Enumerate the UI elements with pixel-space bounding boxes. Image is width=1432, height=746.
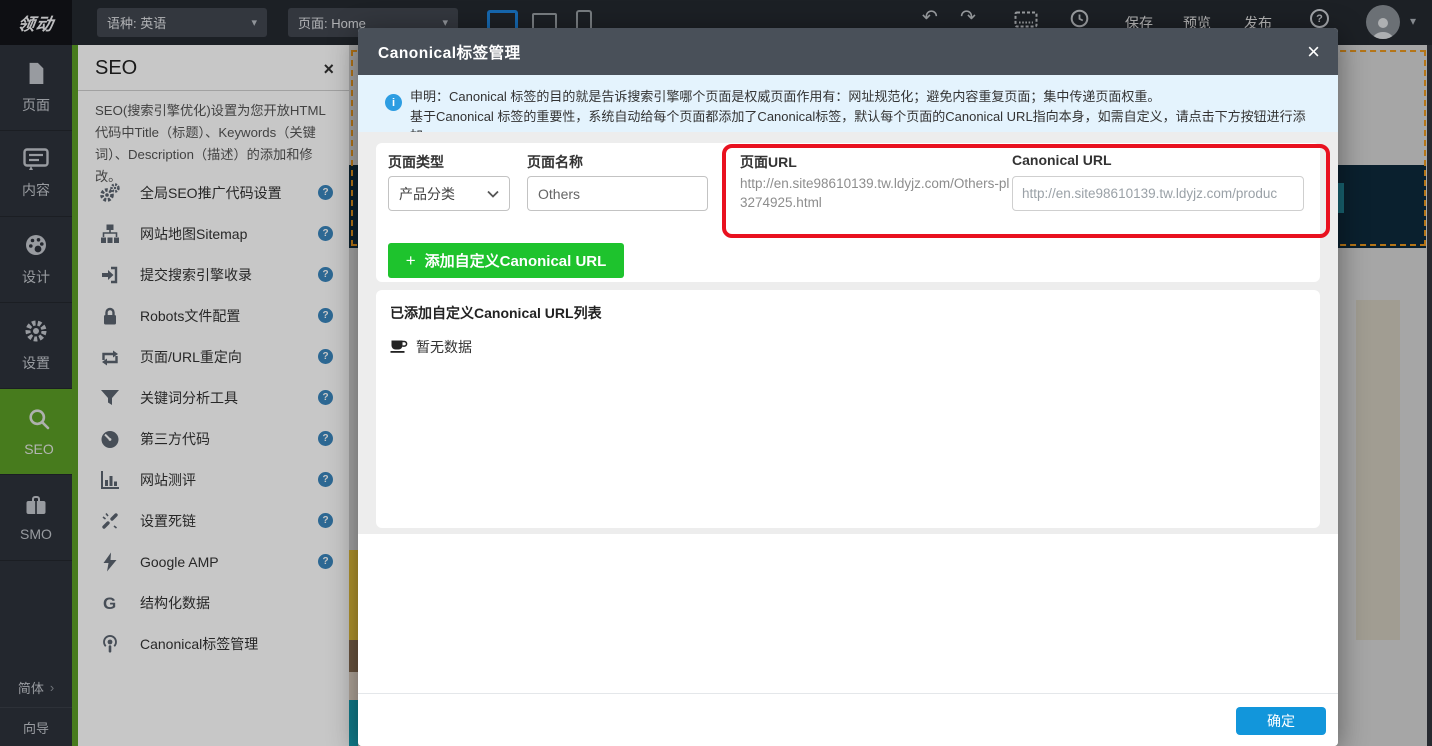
page-url-value: http://en.site98610139.tw.ldyjz.com/Othe…: [740, 174, 1012, 212]
cup-icon: [390, 336, 408, 357]
empty-state: 暂无数据: [390, 336, 472, 357]
footer-divider: [358, 693, 1338, 694]
page-url-label: 页面URL: [740, 152, 797, 172]
notice-banner: i 申明：Canonical 标签的目的就是告诉搜索引擎哪个页面是权威页面作用有…: [358, 75, 1338, 132]
canonical-form-card: 页面类型 产品分类 页面名称 页面URL http://en.site98610…: [376, 143, 1320, 282]
list-title: 已添加自定义Canonical URL列表: [390, 303, 602, 323]
page-type-label: 页面类型: [388, 152, 444, 172]
page-name-label: 页面名称: [527, 152, 583, 172]
close-icon[interactable]: ×: [1307, 41, 1320, 63]
modal-header: Canonical标签管理 ×: [358, 28, 1338, 75]
info-icon: i: [385, 94, 402, 111]
empty-state-label: 暂无数据: [416, 337, 472, 357]
plus-icon: +: [406, 251, 416, 271]
chevron-down-icon: [487, 190, 499, 198]
page-name-input[interactable]: [527, 176, 708, 211]
modal-body-lower: [358, 534, 1338, 746]
confirm-button[interactable]: 确定: [1236, 707, 1326, 735]
canonical-modal: Canonical标签管理 × i 申明：Canonical 标签的目的就是告诉…: [358, 28, 1338, 746]
add-canonical-label: 添加自定义Canonical URL: [425, 250, 607, 271]
app-root: 领动 语种: 英语 ▾ 页面: Home ▾ ↶ ↷ 保存 预览 发布 ? ▾: [0, 0, 1432, 746]
page-type-value: 产品分类: [399, 184, 455, 204]
canonical-url-label: Canonical URL: [1012, 152, 1112, 168]
modal-title: Canonical标签管理: [378, 41, 521, 63]
canonical-url-input[interactable]: [1012, 176, 1304, 211]
notice-line1: 申明：Canonical 标签的目的就是告诉搜索引擎哪个页面是权威页面作用有：网…: [410, 86, 1320, 105]
add-canonical-button[interactable]: + 添加自定义Canonical URL: [388, 243, 624, 278]
page-type-select[interactable]: 产品分类: [388, 176, 510, 211]
canonical-list-card: 已添加自定义Canonical URL列表 暂无数据: [376, 290, 1320, 528]
